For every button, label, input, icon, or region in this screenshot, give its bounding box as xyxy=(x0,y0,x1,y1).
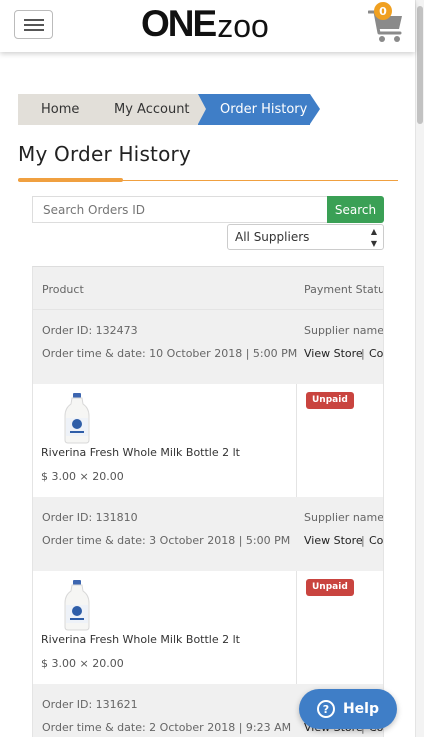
order-id: Order ID: 131621 xyxy=(42,698,138,711)
help-label: Help xyxy=(342,701,380,717)
order-item-row: Riverina Fresh Whole Milk Bottle 2 lt $ … xyxy=(33,571,383,684)
milk-bottle-image xyxy=(64,393,90,444)
page-scrollbar[interactable] xyxy=(415,0,424,737)
supplier-name-label: Supplier name: xyxy=(304,511,384,524)
order-header-row: Order ID: 132473 Order time & date: 10 O… xyxy=(33,310,384,384)
status-badge-unpaid: Unpaid xyxy=(306,579,354,596)
supplier-filter-select[interactable]: All Suppliers ▲ ▼ xyxy=(227,224,384,250)
product-price: $ 3.00 × 20.00 xyxy=(41,470,124,483)
column-divider xyxy=(296,571,297,684)
logo-bold-text: ONE xyxy=(141,3,217,44)
order-time: Order time & date: 10 October 2018 | 5:0… xyxy=(42,347,298,360)
question-circle-icon: ? xyxy=(316,700,335,718)
order-time: Order time & date: 2 October 2018 | 9:23… xyxy=(42,721,292,734)
hamburger-icon-line xyxy=(24,29,44,31)
supplier-filter-value: All Suppliers xyxy=(235,230,310,244)
site-logo[interactable]: ONE zoo xyxy=(141,3,269,45)
view-store-link[interactable]: View Store xyxy=(304,534,363,547)
product-name: Riverina Fresh Whole Milk Bottle 2 lt xyxy=(41,633,240,646)
orders-table: Product Payment Status Order ID: 132473 … xyxy=(32,266,384,737)
view-store-link[interactable]: View Store xyxy=(304,347,363,360)
product-name: Riverina Fresh Whole Milk Bottle 2 lt xyxy=(41,446,240,459)
select-arrows-icon: ▲ ▼ xyxy=(370,227,377,248)
breadcrumb-my-account[interactable]: My Account xyxy=(98,94,206,125)
logo-light-text: zoo xyxy=(217,8,269,44)
product-column-header: Product xyxy=(42,283,84,296)
breadcrumb: Home My Account Order History xyxy=(18,94,320,125)
link-separator: | xyxy=(361,347,365,360)
breadcrumb-order-history: Order History xyxy=(198,94,320,125)
order-id: Order ID: 131810 xyxy=(42,511,138,524)
menu-toggle-button[interactable] xyxy=(14,10,53,39)
cart-count-badge: 0 xyxy=(374,2,392,20)
status-badge-unpaid: Unpaid xyxy=(306,392,354,409)
order-header-row: Order ID: 131810 Order time & date: 3 Oc… xyxy=(33,497,384,571)
contact-link[interactable]: Co xyxy=(369,347,383,360)
search-orders-input[interactable] xyxy=(32,196,327,223)
top-nav-bar: ONE zoo xyxy=(0,0,415,52)
search-button[interactable]: Search xyxy=(327,196,384,223)
hamburger-icon-line xyxy=(24,24,44,26)
breadcrumb-home[interactable]: Home xyxy=(18,94,98,125)
contact-link[interactable]: Co xyxy=(369,534,383,547)
order-time: Order time & date: 3 October 2018 | 5:00… xyxy=(42,534,291,547)
order-id: Order ID: 132473 xyxy=(42,324,138,337)
column-divider xyxy=(296,384,297,497)
order-item-row: Riverina Fresh Whole Milk Bottle 2 lt $ … xyxy=(33,384,383,497)
help-button[interactable]: ? Help xyxy=(299,689,397,729)
payment-status-column-header: Payment Status xyxy=(304,283,384,296)
title-divider-accent xyxy=(18,178,123,182)
supplier-name-label: Supplier name: xyxy=(304,324,384,337)
product-price: $ 3.00 × 20.00 xyxy=(41,657,124,670)
link-separator: | xyxy=(361,534,365,547)
hamburger-icon xyxy=(24,19,44,21)
page-title: My Order History xyxy=(18,142,191,166)
milk-bottle-image xyxy=(64,580,90,631)
table-header: Product Payment Status xyxy=(33,267,384,310)
scrollbar-thumb[interactable] xyxy=(417,6,423,124)
